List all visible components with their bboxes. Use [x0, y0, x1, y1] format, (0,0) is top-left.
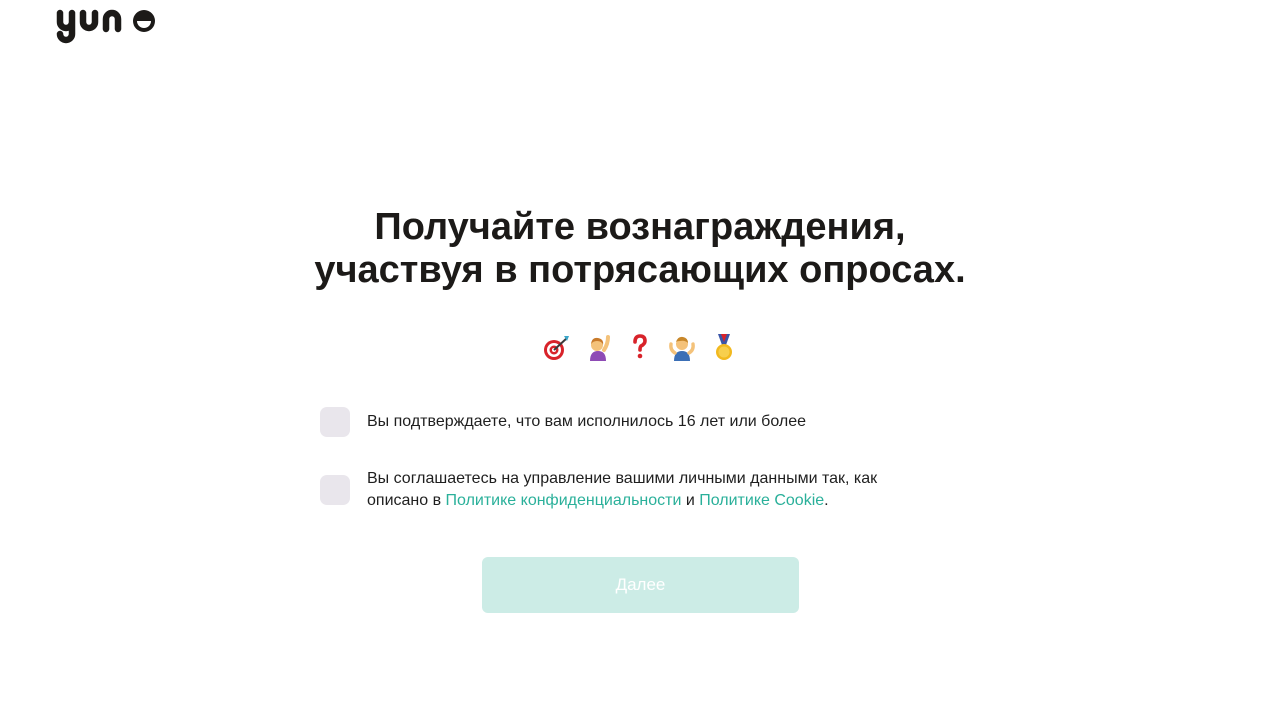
medal-icon — [710, 332, 738, 362]
emoji-row — [0, 332, 1280, 362]
yuno-logo-icon — [56, 9, 155, 44]
question-mark-icon — [626, 332, 654, 362]
page-title-line-1: Получайте вознаграждения, — [374, 206, 906, 248]
page-title-line-2: участвуя в потрясающих опросах. — [314, 249, 966, 291]
next-button[interactable]: Далее — [482, 557, 799, 613]
privacy-consent-period: . — [824, 492, 829, 509]
cookie-policy-link[interactable]: Политике Cookie — [699, 492, 824, 509]
age-consent-label: Вы подтверждаете, что вам исполнилось 16… — [367, 413, 807, 430]
age-consent: Вы подтверждаете, что вам исполнилось 16… — [320, 407, 940, 437]
target-icon — [542, 332, 570, 362]
privacy-checkbox[interactable] — [320, 475, 350, 505]
person-raising-hand-icon — [584, 332, 612, 362]
privacy-consent-conjunction: и — [681, 492, 700, 509]
person-shrugging-icon — [668, 332, 696, 362]
privacy-consent-label: Вы соглашаетесь на управление вашими лич… — [367, 468, 940, 512]
brand-logo[interactable] — [56, 4, 160, 46]
age-checkbox[interactable] — [320, 407, 350, 437]
page-title: Получайте вознаграждения, участвуя в пот… — [0, 206, 1280, 292]
privacy-consent: Вы соглашаетесь на управление вашими лич… — [320, 468, 940, 512]
privacy-policy-link[interactable]: Политике конфиденциальности — [446, 492, 682, 509]
